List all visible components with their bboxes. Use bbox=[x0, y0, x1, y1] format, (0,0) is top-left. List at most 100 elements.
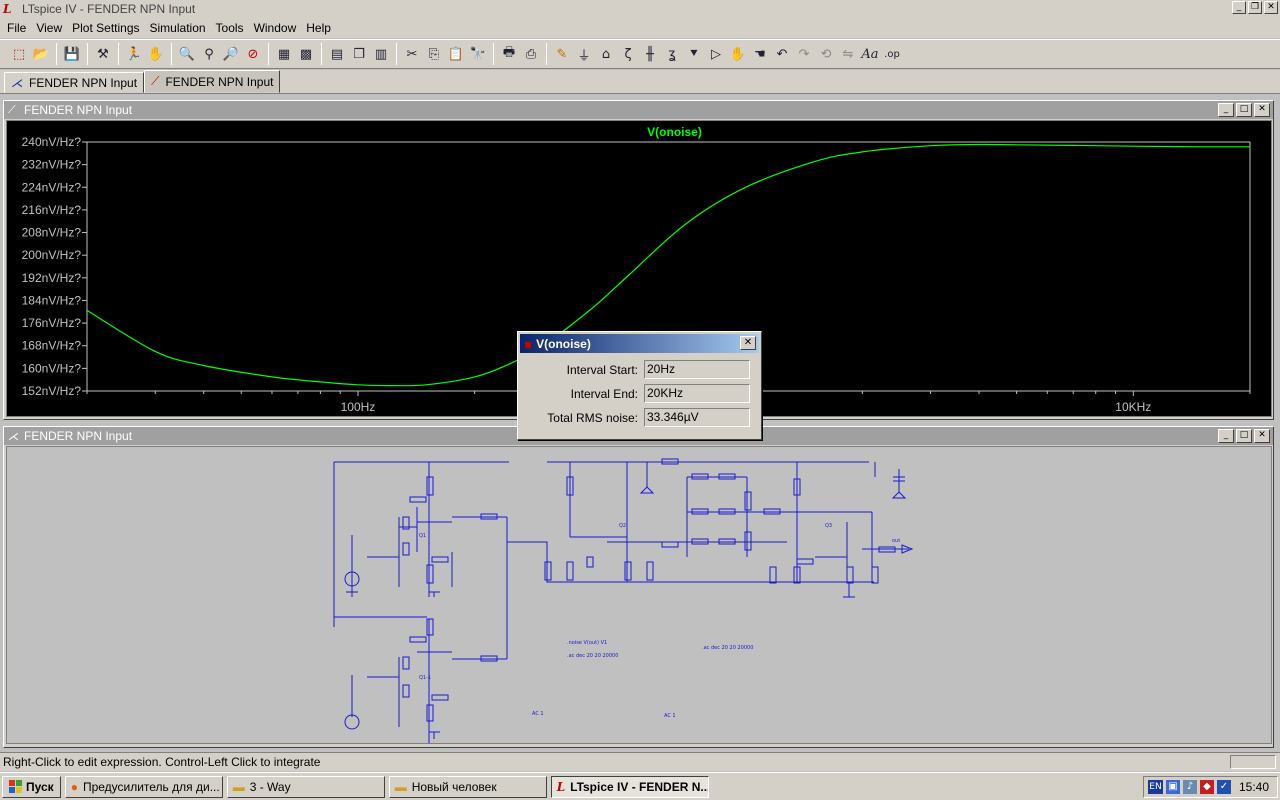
pan-icon[interactable]: ⚲ bbox=[198, 43, 220, 65]
maximize-button[interactable]: □ bbox=[1236, 103, 1252, 117]
security-icon[interactable]: ✓ bbox=[1217, 780, 1231, 794]
y-tick-label[interactable]: 176nV/Hz? bbox=[22, 316, 82, 330]
total-rms-noise-field[interactable]: 33.346µV bbox=[644, 408, 750, 427]
menu-window[interactable]: Window bbox=[249, 21, 302, 35]
close-button[interactable]: ✕ bbox=[1264, 1, 1278, 14]
taskbar-item-browser[interactable]: ● Предусилитель для ди... bbox=[64, 775, 223, 798]
resistor-icon[interactable]: ζ bbox=[617, 43, 639, 65]
interval-start-field[interactable]: 20Hz bbox=[644, 360, 750, 379]
status-text: Right-Click to edit expression. Control-… bbox=[3, 755, 321, 769]
interval-end-label: Interval End: bbox=[570, 387, 638, 401]
redo-icon[interactable]: ↷ bbox=[793, 43, 815, 65]
toolbar-separator bbox=[546, 43, 547, 65]
start-button[interactable]: Пуск bbox=[2, 775, 61, 798]
draw-wire-icon[interactable]: ✎ bbox=[551, 43, 573, 65]
y-tick-label[interactable]: 200nV/Hz? bbox=[22, 248, 82, 262]
network-icon[interactable]: ▣ bbox=[1166, 780, 1180, 794]
rotate-icon[interactable]: ⟲ bbox=[815, 43, 837, 65]
find-icon[interactable]: 🔭 bbox=[467, 43, 489, 65]
y-tick-label[interactable]: 240nV/Hz? bbox=[22, 135, 82, 149]
zoom-fit-icon[interactable]: ⊘ bbox=[242, 43, 264, 65]
grid-icon[interactable]: ▩ bbox=[295, 43, 317, 65]
toolbar: ⬚ 📂 💾 ⚒ 🏃 ✋ 🔍 ⚲ 🔎 ⊘ ▦ ▩ ▤ ❐ ▥ ✂ ⎘ 📋 🔭 🖶 … bbox=[0, 39, 1280, 69]
y-tick-label[interactable]: 192nV/Hz? bbox=[22, 271, 82, 285]
minimize-button[interactable]: _ bbox=[1232, 1, 1246, 14]
print-icon[interactable]: ⎙ bbox=[520, 43, 542, 65]
y-tick-label[interactable]: 216nV/Hz? bbox=[22, 203, 82, 217]
menu-file[interactable]: File bbox=[2, 21, 31, 35]
autorange-icon[interactable]: ▦ bbox=[273, 43, 295, 65]
save-icon[interactable]: 💾 bbox=[61, 43, 83, 65]
menu-simulation[interactable]: Simulation bbox=[145, 21, 211, 35]
minimize-button[interactable]: _ bbox=[1218, 429, 1234, 443]
folder-icon: ▬ bbox=[232, 779, 245, 794]
menu-plot-settings[interactable]: Plot Settings bbox=[67, 21, 144, 35]
open-icon[interactable]: 📂 bbox=[30, 43, 52, 65]
clock[interactable]: 15:40 bbox=[1239, 780, 1269, 794]
trace-label[interactable]: V(onoise) bbox=[647, 125, 702, 139]
schematic-canvas[interactable]: Q1 Q1-1 Q2 Q3 out .noise V(out) V1 .ac d… bbox=[6, 446, 1272, 757]
toolbar-separator bbox=[56, 43, 57, 65]
cut-icon[interactable]: ✂ bbox=[401, 43, 423, 65]
print-preview-icon[interactable]: 🖶 bbox=[498, 43, 520, 65]
cascade-icon[interactable]: ❐ bbox=[348, 43, 370, 65]
inductor-icon[interactable]: ʓ bbox=[661, 43, 683, 65]
app-title-bar[interactable]: L LTspice IV - FENDER NPN Input _ ❐ ✕ bbox=[0, 0, 1280, 18]
minimize-button[interactable]: _ bbox=[1218, 103, 1234, 117]
close-button[interactable]: ✕ bbox=[1254, 103, 1270, 117]
restore-button[interactable]: ❐ bbox=[1248, 1, 1262, 14]
close-button[interactable]: ✕ bbox=[1254, 429, 1270, 443]
tile-vertical-icon[interactable]: ▥ bbox=[370, 43, 392, 65]
y-tick-label[interactable]: 232nV/Hz? bbox=[22, 158, 82, 172]
status-pane bbox=[1230, 755, 1276, 769]
zoom-out-icon[interactable]: 🔎 bbox=[220, 43, 242, 65]
taskbar-item-folder[interactable]: ▬ Новый человек bbox=[388, 775, 547, 798]
menu-view[interactable]: View bbox=[31, 21, 67, 35]
label-net-icon[interactable]: ⌂ bbox=[595, 43, 617, 65]
run-icon[interactable]: 🏃 bbox=[123, 43, 145, 65]
antivirus-icon[interactable]: ◆ bbox=[1200, 780, 1214, 794]
new-schematic-icon[interactable]: ⬚ bbox=[8, 43, 30, 65]
dialog-title-bar[interactable]: ▪ V(onoise) bbox=[520, 334, 759, 353]
drag-icon[interactable]: ☚ bbox=[749, 43, 771, 65]
copy-icon[interactable]: ⎘ bbox=[423, 43, 445, 65]
undo-icon[interactable]: ↶ bbox=[771, 43, 793, 65]
menu-help[interactable]: Help bbox=[301, 21, 336, 35]
component-icon[interactable]: ▷ bbox=[705, 43, 727, 65]
status-bar: Right-Click to edit expression. Control-… bbox=[0, 752, 1280, 771]
control-panel-icon[interactable]: ⚒ bbox=[92, 43, 114, 65]
taskbar-item-ltspice[interactable]: L LTspice IV - FENDER N... bbox=[550, 775, 709, 798]
menu-tools[interactable]: Tools bbox=[211, 21, 249, 35]
tab-schematic[interactable]: ⋌ FENDER NPN Input bbox=[4, 72, 145, 93]
plot-window-title-bar[interactable]: ⟋ FENDER NPN Input _ □ ✕ bbox=[4, 101, 1273, 119]
diode-icon[interactable]: ⯆ bbox=[683, 43, 705, 65]
volume-icon[interactable]: ♪ bbox=[1183, 780, 1197, 794]
directive-text: AC 1 bbox=[664, 713, 676, 719]
ground-icon[interactable]: ⏚ bbox=[573, 43, 595, 65]
tab-waveform[interactable]: ⟋ FENDER NPN Input bbox=[144, 70, 281, 93]
y-tick-label[interactable]: 184nV/Hz? bbox=[22, 293, 82, 307]
spice-directive-icon[interactable]: .op bbox=[881, 43, 903, 65]
move-icon[interactable]: ✋ bbox=[727, 43, 749, 65]
text-icon[interactable]: Aa bbox=[859, 43, 881, 65]
y-tick-label[interactable]: 168nV/Hz? bbox=[22, 339, 82, 353]
dialog-close-button[interactable]: ✕ bbox=[740, 336, 756, 350]
zoom-in-icon[interactable]: 🔍 bbox=[176, 43, 198, 65]
toolbar-separator bbox=[268, 43, 269, 65]
y-tick-label[interactable]: 160nV/Hz? bbox=[22, 361, 82, 375]
y-tick-label[interactable]: 152nV/Hz? bbox=[22, 384, 82, 398]
windows-logo-icon bbox=[9, 780, 22, 793]
x-tick-label[interactable]: 100Hz bbox=[341, 400, 376, 414]
x-tick-label[interactable]: 10KHz bbox=[1115, 400, 1151, 414]
halt-icon[interactable]: ✋ bbox=[145, 43, 167, 65]
taskbar-item-3-way[interactable]: ▬ 3 - Way bbox=[226, 775, 385, 798]
tile-horizontal-icon[interactable]: ▤ bbox=[326, 43, 348, 65]
language-indicator[interactable]: EN bbox=[1148, 780, 1163, 794]
mirror-icon[interactable]: ⇋ bbox=[837, 43, 859, 65]
y-tick-label[interactable]: 224nV/Hz? bbox=[22, 180, 82, 194]
capacitor-icon[interactable]: ╫ bbox=[639, 43, 661, 65]
paste-icon[interactable]: 📋 bbox=[445, 43, 467, 65]
y-tick-label[interactable]: 208nV/Hz? bbox=[22, 226, 82, 240]
interval-end-field[interactable]: 20KHz bbox=[644, 384, 750, 403]
maximize-button[interactable]: □ bbox=[1236, 429, 1252, 443]
